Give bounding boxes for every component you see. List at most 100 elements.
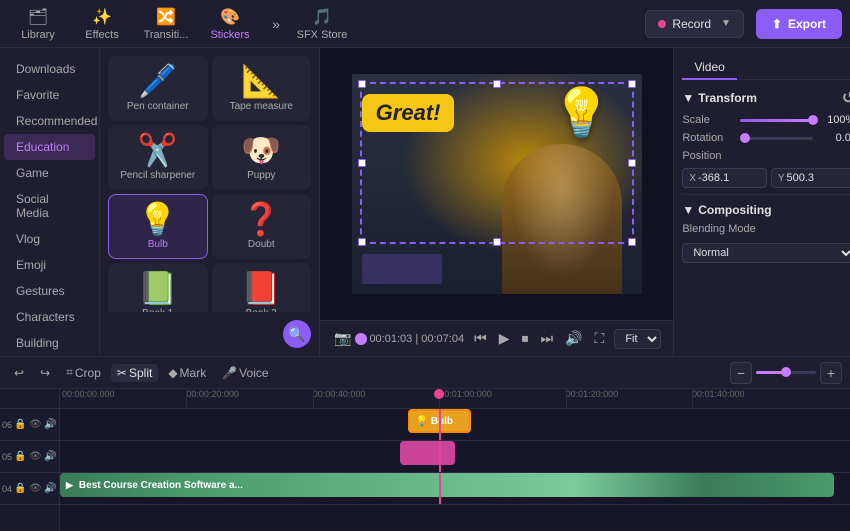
- video-preview: Great! 💡 📷: [320, 48, 673, 356]
- fullscreen-button[interactable]: ⛶: [593, 328, 607, 349]
- zoom-in-button[interactable]: +: [820, 362, 842, 384]
- volume-button[interactable]: 🔊: [563, 328, 584, 349]
- sidebar-item-downloads[interactable]: Downloads: [4, 56, 95, 82]
- ruler-tick-4: 00:01:20:000: [566, 389, 619, 399]
- record-button[interactable]: Record ▼: [645, 10, 744, 38]
- sidebar-item-gestures[interactable]: Gestures: [4, 278, 95, 304]
- sticker-book2[interactable]: 📕 Book 2: [212, 263, 312, 312]
- sidebar-item-favorite[interactable]: Favorite: [4, 82, 95, 108]
- tab-stickers[interactable]: 🎨 Stickers: [200, 4, 260, 44]
- scale-thumb[interactable]: [808, 115, 818, 125]
- stickers-footer: 🔍: [100, 312, 319, 356]
- stickers-grid: 🖊️ Pen container 📐 Tape measure ✂️ Penci…: [100, 48, 319, 312]
- track-05-audio[interactable]: 🔊: [44, 450, 57, 464]
- track-05-clip[interactable]: [400, 441, 455, 465]
- track-06-audio[interactable]: 🔊: [44, 418, 57, 432]
- prev-frame-button[interactable]: ⏮: [472, 328, 489, 349]
- sidebar-item-education[interactable]: Education: [4, 134, 95, 160]
- sticker-doubt[interactable]: ❓ Doubt: [212, 194, 312, 259]
- voice-button[interactable]: 🎤 Voice: [216, 364, 274, 382]
- zoom-out-button[interactable]: −: [730, 362, 752, 384]
- record-dot-icon: [658, 20, 666, 28]
- track-04-main-clip[interactable]: ▶ Best Course Creation Software a...: [60, 473, 834, 497]
- export-button[interactable]: ⬆ Export: [756, 9, 842, 39]
- sidebar-item-emoji[interactable]: Emoji: [4, 252, 95, 278]
- position-row: X -368.1 Y 500.3: [682, 168, 850, 188]
- mark-button[interactable]: ◆ Mark: [162, 364, 212, 382]
- redo-button[interactable]: ↪: [34, 364, 56, 382]
- position-y-field[interactable]: Y 500.3: [771, 168, 850, 188]
- tab-sfx[interactable]: 🎵 SFX Store: [292, 4, 352, 44]
- rotation-thumb[interactable]: [740, 133, 750, 143]
- track-04-controls: 04 🔒 👁 🔊: [0, 473, 59, 505]
- export-icon: ⬆: [772, 17, 782, 31]
- sidebar-item-building[interactable]: Building: [4, 330, 95, 356]
- sticker-pencil-sharpener[interactable]: ✂️ Pencil sharpener: [108, 125, 208, 190]
- progress-thumb[interactable]: [355, 333, 367, 345]
- playhead-marker: [434, 389, 444, 399]
- x-value: -368.1: [698, 172, 729, 184]
- sticker-pen-container-label: Pen container: [127, 101, 189, 112]
- position-x-field[interactable]: X -368.1: [682, 168, 767, 188]
- crop-icon: ⌗: [66, 365, 73, 380]
- sidebar-item-characters[interactable]: Characters: [4, 304, 95, 330]
- sticker-puppy[interactable]: 🐶 Puppy: [212, 125, 312, 190]
- track-05-lock[interactable]: 🔒: [14, 450, 27, 464]
- blend-mode-select[interactable]: Normal: [682, 243, 850, 263]
- sticker-pencil-sharpener-label: Pencil sharpener: [120, 170, 195, 181]
- sticker-tape-measure-label: Tape measure: [230, 101, 293, 112]
- video-controls: 📷 00:01:03 | 00:07:04 ⏮ ▶ ⏹ ⏭ 🔊 ⛶ Fit: [320, 320, 673, 356]
- tab-transitions[interactable]: 🔀 Transiti...: [136, 4, 196, 44]
- voice-icon: 🎤: [222, 366, 237, 380]
- track-04-visibility[interactable]: 👁: [29, 482, 42, 496]
- sticker-pencil-sharpener-icon: ✂️: [138, 134, 178, 166]
- play-button[interactable]: ▶: [497, 328, 512, 349]
- track-04-audio[interactable]: 🔊: [44, 482, 57, 496]
- sticker-tape-measure[interactable]: 📐 Tape measure: [212, 56, 312, 121]
- split-icon: ✂: [117, 366, 127, 380]
- time-display: 00:01:03 | 00:07:04: [369, 333, 464, 345]
- track-06-lock[interactable]: 🔒: [14, 418, 27, 432]
- sidebar-item-game[interactable]: Game: [4, 160, 95, 186]
- track-06-visibility[interactable]: 👁: [29, 418, 42, 432]
- effects-icon: ✨: [92, 7, 112, 27]
- top-bar: 🗂 Library ✨ Effects 🔀 Transiti... 🎨 Stic…: [0, 0, 850, 48]
- crop-button[interactable]: ⌗ Crop: [60, 363, 107, 382]
- snapshot-button[interactable]: 📷: [332, 328, 353, 349]
- sticker-pen-container[interactable]: 🖊️ Pen container: [108, 56, 208, 121]
- split-button[interactable]: ✂ Split: [111, 364, 158, 382]
- track-04-lock[interactable]: 🔒: [14, 482, 27, 496]
- sidebar-item-social-media[interactable]: Social Media: [4, 186, 95, 226]
- bulb-sticker-overlay: 💡: [552, 84, 612, 141]
- undo-button[interactable]: ↩: [8, 364, 30, 382]
- tab-effects[interactable]: ✨ Effects: [72, 4, 132, 44]
- record-arrow-icon: ▼: [721, 18, 731, 29]
- stop-button[interactable]: ⏹: [519, 328, 530, 349]
- stickers-panel: 🖊️ Pen container 📐 Tape measure ✂️ Penci…: [100, 48, 320, 356]
- sticker-book1[interactable]: 📗 Book 1: [108, 263, 208, 312]
- scale-slider[interactable]: [740, 119, 813, 122]
- sidebar-item-vlog[interactable]: Vlog: [4, 226, 95, 252]
- sidebar-item-recommended[interactable]: Recommended: [4, 108, 95, 134]
- ruler-tick-0: 00:00:00.000: [60, 389, 115, 399]
- y-value: 500.3: [787, 172, 815, 184]
- more-tabs-icon[interactable]: »: [264, 12, 288, 36]
- zoom-slider[interactable]: [756, 371, 816, 374]
- next-frame-button[interactable]: ⏭: [538, 328, 555, 349]
- ruler-tick-3: 00:01:00:000: [439, 389, 492, 399]
- mark-icon: ◆: [168, 366, 177, 380]
- sticker-bulb[interactable]: 💡 Bulb: [108, 194, 208, 259]
- zoom-thumb[interactable]: [781, 367, 791, 377]
- transform-reset-button[interactable]: ↺: [842, 88, 850, 108]
- track-05-visibility[interactable]: 👁: [29, 450, 42, 464]
- sticker-doubt-icon: ❓: [241, 203, 281, 235]
- panel-tabs: Video: [682, 56, 850, 80]
- search-button[interactable]: 🔍: [283, 320, 311, 348]
- rotation-value: 0.0°: [819, 132, 850, 144]
- rotation-slider[interactable]: [740, 137, 813, 140]
- track-04-clip-label: Best Course Creation Software a...: [79, 480, 243, 491]
- tab-video[interactable]: Video: [682, 56, 736, 80]
- tab-library[interactable]: 🗂 Library: [8, 4, 68, 44]
- video-frame: Great! 💡: [352, 74, 642, 294]
- fit-select[interactable]: Fit: [614, 329, 661, 349]
